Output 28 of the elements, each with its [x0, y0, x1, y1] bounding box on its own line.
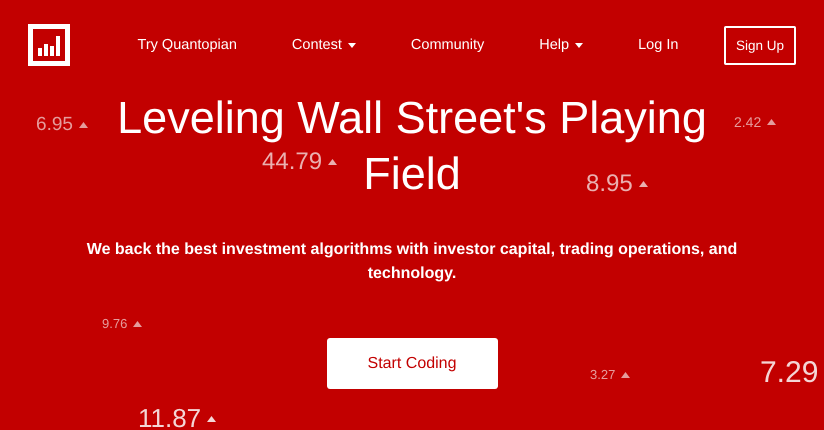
up-triangle-icon — [621, 372, 630, 378]
price-text: 9.76 — [102, 316, 128, 331]
up-triangle-icon — [767, 119, 776, 125]
nav-link[interactable]: Try Quantopian — [138, 37, 237, 53]
hero-title: Leveling Wall Street's Playing — [117, 91, 707, 145]
price-text: 44.79 — [262, 148, 322, 176]
bar-chart-logo-icon — [28, 24, 70, 66]
price-text: 6.95 — [36, 114, 73, 136]
price-text: 7.29 — [760, 356, 818, 390]
up-triangle-icon — [638, 181, 648, 187]
price-text: 3.27 — [590, 367, 616, 382]
hero-title: Field — [363, 147, 461, 201]
hero-subtitle: We back the best investment algorithms with investor capital, trading operations, and technology. — [86, 240, 738, 284]
price-text: 8.95 — [586, 170, 633, 198]
price-text: 2.42 — [734, 114, 762, 130]
up-triangle-icon — [133, 320, 142, 326]
caret-icon — [575, 42, 584, 48]
up-triangle-icon — [328, 159, 338, 165]
start-coding-button[interactable]: Start Coding — [326, 338, 498, 389]
caret-icon — [348, 42, 356, 48]
sign-up-button[interactable]: Sign Up — [724, 26, 796, 64]
nav-link[interactable]: Log In — [638, 37, 678, 53]
nav-link[interactable]: Community — [410, 37, 484, 53]
up-triangle-icon — [78, 122, 88, 128]
up-triangle-icon — [207, 416, 216, 422]
price-text: 11.87 — [138, 403, 202, 430]
nav-link[interactable]: Contest — [292, 37, 356, 53]
nav-link[interactable]: Help — [539, 37, 584, 53]
